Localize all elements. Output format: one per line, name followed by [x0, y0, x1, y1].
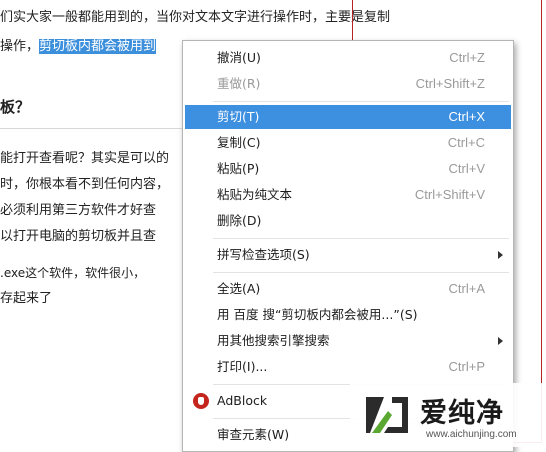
article-line-2-prefix: 操作，: [0, 39, 40, 54]
baidu-search-label: 用 百度 搜“剪切板内都会被用...”(S): [217, 307, 418, 322]
adblock-icon: [193, 393, 209, 409]
paste-shortcut: Ctrl+V: [448, 161, 485, 176]
article-line-4: 时，你根本看不到任何内容，: [0, 177, 170, 192]
menu-item-copy[interactable]: 复制(C) Ctrl+C: [185, 131, 511, 155]
copy-shortcut: Ctrl+C: [447, 135, 485, 150]
delete-label: 删除(D): [217, 213, 262, 228]
menu-separator: [213, 101, 509, 102]
submenu-arrow-icon: [498, 251, 503, 259]
menu-item-other-search-engines[interactable]: 用其他搜索引擎搜索: [185, 329, 511, 353]
article-line-7: .exe这个软件，软件很小，: [0, 266, 146, 280]
menu-item-spellcheck-options[interactable]: 拼写检查选项(S): [185, 243, 511, 267]
copy-label: 复制(C): [217, 135, 261, 150]
watermark: 爱纯净 www.aichunjing.com: [350, 383, 545, 447]
other-search-label: 用其他搜索引擎搜索: [217, 333, 330, 348]
print-shortcut: Ctrl+P: [448, 359, 485, 374]
menu-item-redo[interactable]: 重做(R) Ctrl+Shift+Z: [185, 72, 511, 96]
menu-item-cut[interactable]: 剪切(T) Ctrl+X: [185, 105, 511, 129]
redo-shortcut: Ctrl+Shift+Z: [415, 76, 485, 91]
watermark-logo-icon: [366, 397, 408, 433]
heading-divider: [0, 128, 200, 129]
undo-label: 撤消(U): [217, 50, 261, 65]
menu-separator: [213, 272, 509, 273]
article-line-6: 以打开电脑的剪切板并且查: [0, 229, 157, 244]
cut-shortcut: Ctrl+X: [448, 109, 485, 124]
section-heading: 板？: [0, 98, 31, 116]
article-line-2: 操作，剪切板内都会被用到: [0, 38, 157, 56]
menu-separator: [213, 238, 509, 239]
paste-label: 粘贴(P): [217, 161, 260, 176]
menu-item-paste-plain-text[interactable]: 粘贴为纯文本 Ctrl+Shift+V: [185, 183, 511, 207]
paste-plain-shortcut: Ctrl+Shift+V: [414, 187, 485, 202]
select-all-label: 全选(A): [217, 281, 261, 296]
article-line-8: 存起来了: [0, 291, 53, 306]
article-line-3: 能打开查看呢？其实是可以的: [0, 151, 170, 166]
adblock-label: AdBlock: [217, 393, 268, 408]
watermark-url: www.aichunjing.com: [426, 429, 517, 440]
watermark-text: 爱纯净: [420, 398, 504, 429]
menu-item-print[interactable]: 打印(I)... Ctrl+P: [185, 355, 511, 379]
menu-item-baidu-search[interactable]: 用 百度 搜“剪切板内都会被用...”(S): [185, 303, 511, 327]
undo-shortcut: Ctrl+Z: [449, 50, 485, 65]
inspect-label: 审查元素(W): [217, 427, 290, 442]
menu-item-paste[interactable]: 粘贴(P) Ctrl+V: [185, 157, 511, 181]
redo-label: 重做(R): [217, 76, 261, 91]
menu-item-undo[interactable]: 撤消(U) Ctrl+Z: [185, 46, 511, 70]
select-all-shortcut: Ctrl+A: [448, 281, 485, 296]
paste-plain-label: 粘贴为纯文本: [217, 187, 293, 202]
menu-item-select-all[interactable]: 全选(A) Ctrl+A: [185, 277, 511, 301]
spellcheck-label: 拼写检查选项(S): [217, 247, 310, 262]
article-line-5: 必须利用第三方软件才好查: [0, 203, 157, 218]
cut-label: 剪切(T): [217, 109, 260, 124]
menu-item-delete[interactable]: 删除(D): [185, 209, 511, 233]
article-line-1: 们实大家一般都能用到的，当你对文本文字进行操作时，主要是复制: [0, 10, 391, 25]
submenu-arrow-icon: [498, 337, 503, 345]
print-label: 打印(I)...: [217, 359, 268, 374]
selected-text[interactable]: 剪切板内都会被用到: [39, 39, 157, 54]
